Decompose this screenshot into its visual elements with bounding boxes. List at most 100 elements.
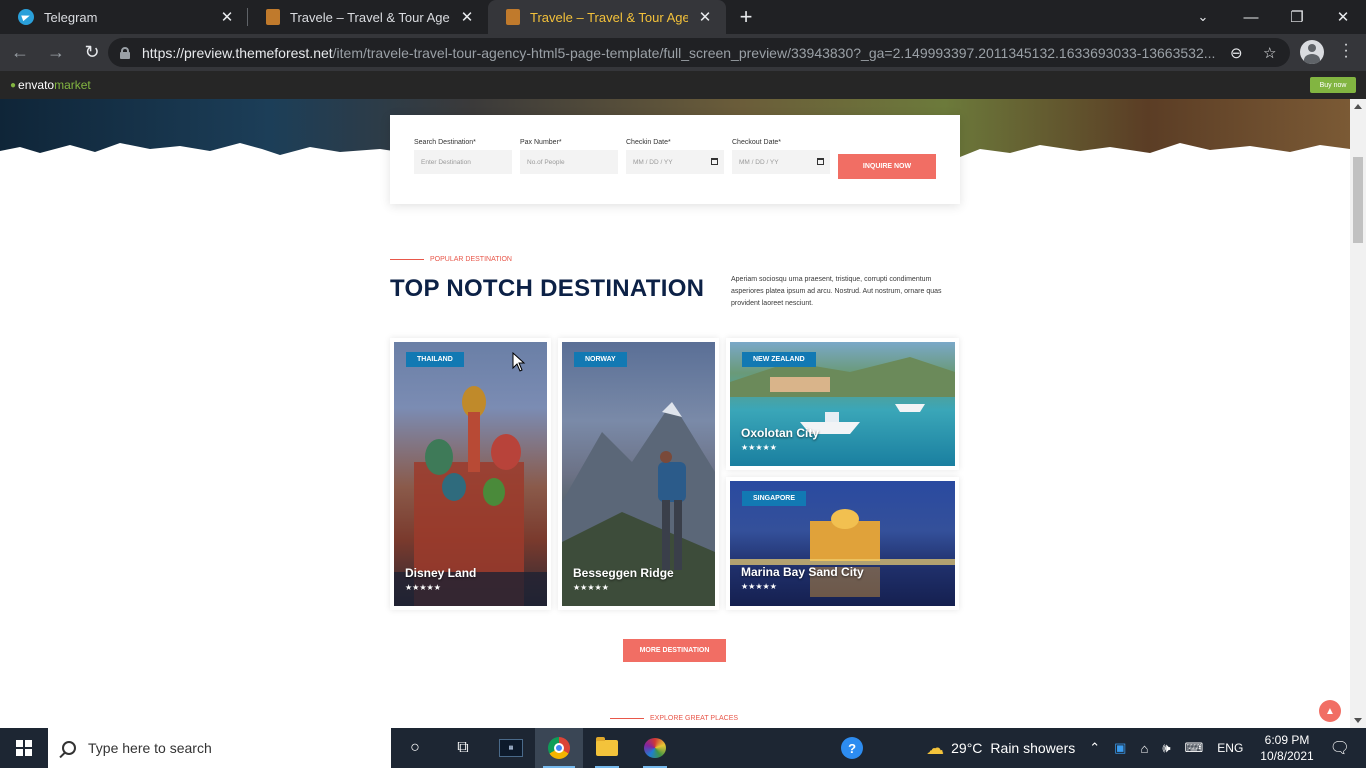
bookmark-star-icon[interactable]: ☆ bbox=[1263, 44, 1276, 62]
zoom-icon[interactable]: ⊖ bbox=[1230, 44, 1243, 62]
taskbar-search-box[interactable]: Type here to search bbox=[48, 728, 391, 768]
checkout-date-input[interactable]: MM / DD / YY bbox=[732, 150, 830, 174]
restore-icon[interactable]: ❐ bbox=[1274, 0, 1320, 34]
checkin-date-input[interactable]: MM / DD / YY bbox=[626, 150, 724, 174]
page-viewport: Search Destination* Enter Destination Pa… bbox=[0, 99, 1350, 728]
weather-description[interactable]: Rain showers bbox=[990, 740, 1075, 756]
envato-logo-text: envato bbox=[18, 78, 55, 92]
back-arrow-icon[interactable]: ← bbox=[4, 37, 36, 69]
scroll-up-arrow-icon[interactable] bbox=[1354, 104, 1362, 109]
volume-icon[interactable]: 🕪 bbox=[1162, 740, 1170, 756]
destination-name[interactable]: Oxolotan City bbox=[741, 426, 819, 440]
tab-travele-1[interactable]: Travele – Travel & Tour Agency H ✕ bbox=[248, 0, 488, 34]
destination-name[interactable]: Disney Land bbox=[405, 566, 476, 580]
close-tab-icon[interactable]: ✕ bbox=[218, 8, 236, 26]
tab-telegram[interactable]: Telegram ✕ bbox=[0, 0, 248, 34]
country-tag[interactable]: SINGAPORE bbox=[742, 491, 807, 506]
system-tray: ? ☁ 29°C Rain showers ⌃ ▣ ⌂ 🕪 ⌨ ENG 6:09… bbox=[841, 728, 1366, 768]
buy-now-button[interactable]: Buy now bbox=[1310, 77, 1356, 93]
destination-card-thailand[interactable]: THAILAND Disney Land ★★★★★ bbox=[390, 338, 551, 610]
envato-preview-bar: ● envato market Buy now bbox=[0, 71, 1366, 99]
tab-title: Travele – Travel & Tour Agency H bbox=[290, 9, 450, 25]
page-scrollbar[interactable] bbox=[1350, 99, 1366, 728]
pax-input[interactable]: No.of People bbox=[520, 150, 618, 174]
palette-icon bbox=[644, 738, 666, 758]
scroll-down-arrow-icon[interactable] bbox=[1354, 718, 1362, 723]
calendar-icon[interactable] bbox=[817, 158, 824, 165]
more-destination-button[interactable]: MORE DESTINATION bbox=[623, 639, 726, 662]
minimize-icon[interactable]: — bbox=[1228, 0, 1274, 34]
reload-icon[interactable]: ↻ bbox=[76, 37, 108, 69]
checkin-placeholder: MM / DD / YY bbox=[633, 158, 673, 166]
chrome-icon bbox=[548, 737, 570, 759]
system-clock[interactable]: 6:09 PM 10/8/2021 bbox=[1260, 732, 1313, 764]
rating-stars: ★★★★★ bbox=[405, 583, 441, 592]
destination-input[interactable]: Enter Destination bbox=[414, 150, 512, 174]
checkin-field: Checkin Date* MM / DD / YY bbox=[626, 139, 724, 174]
destination-name[interactable]: Marina Bay Sand City bbox=[741, 565, 864, 579]
country-tag[interactable]: NEW ZEALAND bbox=[742, 352, 816, 367]
eyebrow-text: EXPLORE GREAT PLACES bbox=[650, 715, 739, 722]
mouse-cursor-icon bbox=[512, 352, 526, 372]
destination-name[interactable]: Besseggen Ridge bbox=[573, 566, 674, 580]
country-tag[interactable]: NORWAY bbox=[574, 352, 627, 367]
close-tab-icon[interactable]: ✕ bbox=[458, 8, 476, 26]
keyboard-icon[interactable]: ⌨ bbox=[1185, 740, 1204, 756]
app-thumbnail-icon: ▦ bbox=[499, 739, 523, 757]
destination-card-norway[interactable]: NORWAY Besseggen Ridge ★★★★★ bbox=[558, 338, 719, 610]
help-icon[interactable]: ? bbox=[841, 737, 864, 759]
profile-avatar-icon[interactable] bbox=[1300, 40, 1324, 64]
section-description: Aperiam sociosqu urna praesent, tristiqu… bbox=[731, 276, 942, 307]
lock-icon bbox=[120, 46, 130, 59]
network-icon[interactable]: ⌂ bbox=[1140, 741, 1148, 756]
browser-menu-icon[interactable]: · · · bbox=[1336, 37, 1356, 65]
weather-icon[interactable]: ☁ bbox=[926, 738, 944, 759]
notification-icon[interactable]: 🗨 bbox=[1330, 738, 1350, 758]
url-path: /item/travele-travel-tour-agency-html5-p… bbox=[332, 44, 1216, 61]
close-window-icon[interactable]: ✕ bbox=[1320, 0, 1366, 34]
destination-field: Search Destination* Enter Destination bbox=[414, 139, 512, 174]
chrome-taskbar-icon[interactable] bbox=[535, 728, 583, 768]
scrollbar-thumb[interactable] bbox=[1353, 157, 1363, 243]
cortana-icon[interactable]: ○ bbox=[391, 728, 439, 768]
windows-logo-icon bbox=[16, 740, 32, 756]
chevron-up-icon[interactable]: ⌃ bbox=[1089, 740, 1100, 756]
file-explorer-icon[interactable] bbox=[583, 728, 631, 768]
scroll-to-top-button[interactable]: ▲ bbox=[1319, 700, 1341, 722]
close-tab-icon[interactable]: ✕ bbox=[696, 8, 714, 26]
start-button[interactable] bbox=[0, 728, 48, 768]
tab-search-chevron-icon[interactable]: ⌄ bbox=[1180, 0, 1226, 34]
paint-app-icon[interactable] bbox=[631, 728, 679, 768]
new-tab-button[interactable]: + bbox=[726, 0, 766, 34]
forward-arrow-icon[interactable]: → bbox=[40, 37, 72, 69]
country-tag[interactable]: THAILAND bbox=[406, 352, 464, 367]
destination-card-singapore[interactable]: SINGAPORE Marina Bay Sand City ★★★★★ bbox=[726, 477, 959, 610]
weather-temperature[interactable]: 29°C bbox=[951, 740, 982, 756]
input-language[interactable]: ENG bbox=[1217, 741, 1243, 755]
browser-toolbar: ← → ↻ https://preview.themeforest.net/it… bbox=[0, 34, 1366, 71]
clock-date: 10/8/2021 bbox=[1260, 749, 1314, 763]
window-controls: — ❐ ✕ bbox=[1228, 0, 1366, 34]
eyebrow-line bbox=[390, 259, 424, 260]
tab-title: Travele – Travel & Tour Agency H bbox=[530, 9, 688, 25]
tab-travele-active[interactable]: Travele – Travel & Tour Agency H ✕ bbox=[488, 0, 726, 34]
checkout-placeholder: MM / DD / YY bbox=[739, 158, 779, 166]
booking-search-form: Search Destination* Enter Destination Pa… bbox=[390, 115, 960, 204]
url-text[interactable]: https://preview.themeforest.net/item/tra… bbox=[142, 45, 1222, 61]
checkin-label: Checkin Date* bbox=[626, 139, 671, 146]
envato-logo[interactable]: ● envato market bbox=[10, 78, 91, 92]
checkout-label: Checkout Date* bbox=[732, 139, 782, 146]
section-eyebrow: POPULAR DESTINATION bbox=[390, 256, 512, 263]
meet-now-icon[interactable]: ▣ bbox=[1114, 740, 1126, 756]
task-view-icon[interactable]: ⧉ bbox=[439, 728, 487, 768]
eyebrow-line bbox=[610, 718, 644, 719]
url-host: https://preview.themeforest.net bbox=[142, 44, 333, 61]
rating-stars: ★★★★★ bbox=[573, 583, 609, 592]
address-bar[interactable]: https://preview.themeforest.net/item/tra… bbox=[108, 38, 1290, 67]
checkout-field: Checkout Date* MM / DD / YY bbox=[732, 139, 830, 174]
inquire-now-button[interactable]: INQUIRE NOW bbox=[838, 154, 936, 179]
travele-favicon-icon bbox=[506, 9, 520, 25]
pinned-app-icon[interactable]: ▦ bbox=[487, 728, 535, 768]
destination-card-new-zealand[interactable]: NEW ZEALAND Oxolotan City ★★★★★ bbox=[726, 338, 959, 470]
calendar-icon[interactable] bbox=[711, 158, 718, 165]
